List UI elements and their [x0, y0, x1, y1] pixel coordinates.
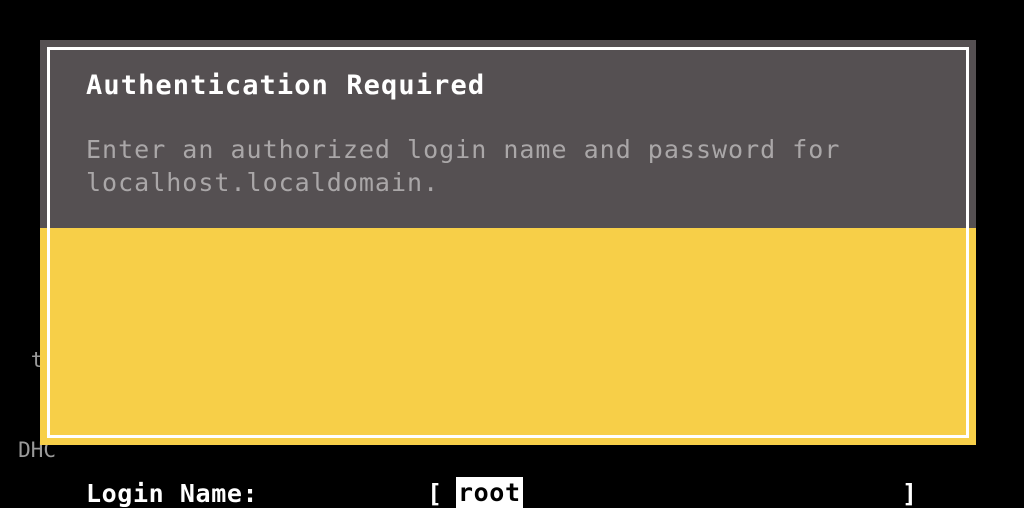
- login-name-input[interactable]: root: [456, 477, 523, 508]
- keyboard-layout-note: Configured Keyboard (US Default): [86, 446, 587, 475]
- login-name-bracket-close: ]: [902, 479, 918, 508]
- dialog-message-line-1: Enter an authorized login name and passw…: [86, 135, 841, 164]
- login-name-field-row[interactable]: Login Name: [ root ]: [84, 477, 920, 508]
- authentication-dialog: Authentication Required Enter an authori…: [40, 40, 976, 508]
- dialog-title: Authentication Required: [86, 70, 486, 101]
- dialog-message: Enter an authorized login name and passw…: [86, 133, 840, 199]
- console-screen: to DHC :fe Authentication Required Enter…: [0, 0, 1024, 508]
- dialog-header-panel: Authentication Required Enter an authori…: [40, 40, 976, 228]
- login-name-bracket-open: [: [427, 479, 443, 508]
- login-name-label: Login Name:: [86, 479, 259, 508]
- dialog-message-line-2: localhost.localdomain.: [86, 168, 440, 197]
- dialog-body-panel: Configured Keyboard (US Default) Login N…: [40, 228, 976, 508]
